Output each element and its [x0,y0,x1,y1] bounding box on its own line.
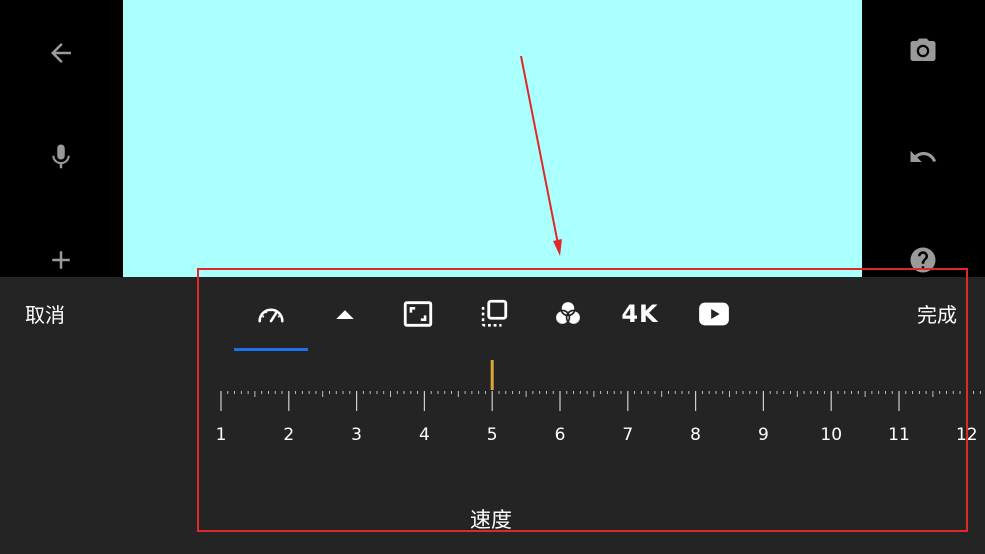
color-filter-icon [554,300,582,326]
caret-up-icon [336,310,354,319]
ruler-tick-label: 7 [622,425,633,445]
resolution-4k-label: 4K [621,300,659,328]
plus-icon[interactable] [41,240,81,280]
camera-icon[interactable] [903,31,943,71]
tab-color-filter[interactable] [549,295,587,333]
done-button[interactable]: 完成 [917,302,957,328]
speed-icon [258,308,284,323]
ruler-tick-label: 6 [555,425,566,445]
ruler-tick-label: 8 [690,425,701,445]
tab-layers[interactable] [474,295,512,333]
ruler-tick-label: 11 [888,425,910,445]
collapse-button[interactable] [330,295,360,333]
video-preview[interactable] [123,0,862,277]
tab-aspect-ratio[interactable] [399,295,437,333]
speed-label: 速度 [470,508,512,532]
tab-speed[interactable] [252,295,290,333]
ruler-tick-label: 4 [419,425,430,445]
ruler-tick-label: 9 [758,425,769,445]
ruler-tick-label: 1 [216,425,227,445]
ruler-tick-label: 10 [820,425,842,445]
ruler-tick-label: 12 [956,425,978,445]
ruler-tick-label: 3 [351,425,362,445]
undo-icon[interactable] [903,137,943,177]
help-icon[interactable] [903,240,943,280]
tab-youtube[interactable] [694,295,734,333]
youtube-play-icon [699,302,729,326]
back-arrow-icon[interactable] [41,33,81,73]
layers-icon [481,299,508,327]
ruler-tick-label: 5 [487,425,498,445]
cancel-button[interactable]: 取消 [25,302,65,328]
speed-ruler[interactable]: 1 2 3 4 5 6 7 8 9 10 11 12 [0,355,985,450]
aspect-ratio-icon [403,301,433,327]
microphone-icon[interactable] [41,137,81,177]
active-tab-indicator [234,348,308,351]
tab-resolution[interactable]: 4K [617,295,663,333]
ruler-tick-label: 2 [283,425,294,445]
ruler-current-marker[interactable] [490,360,494,390]
